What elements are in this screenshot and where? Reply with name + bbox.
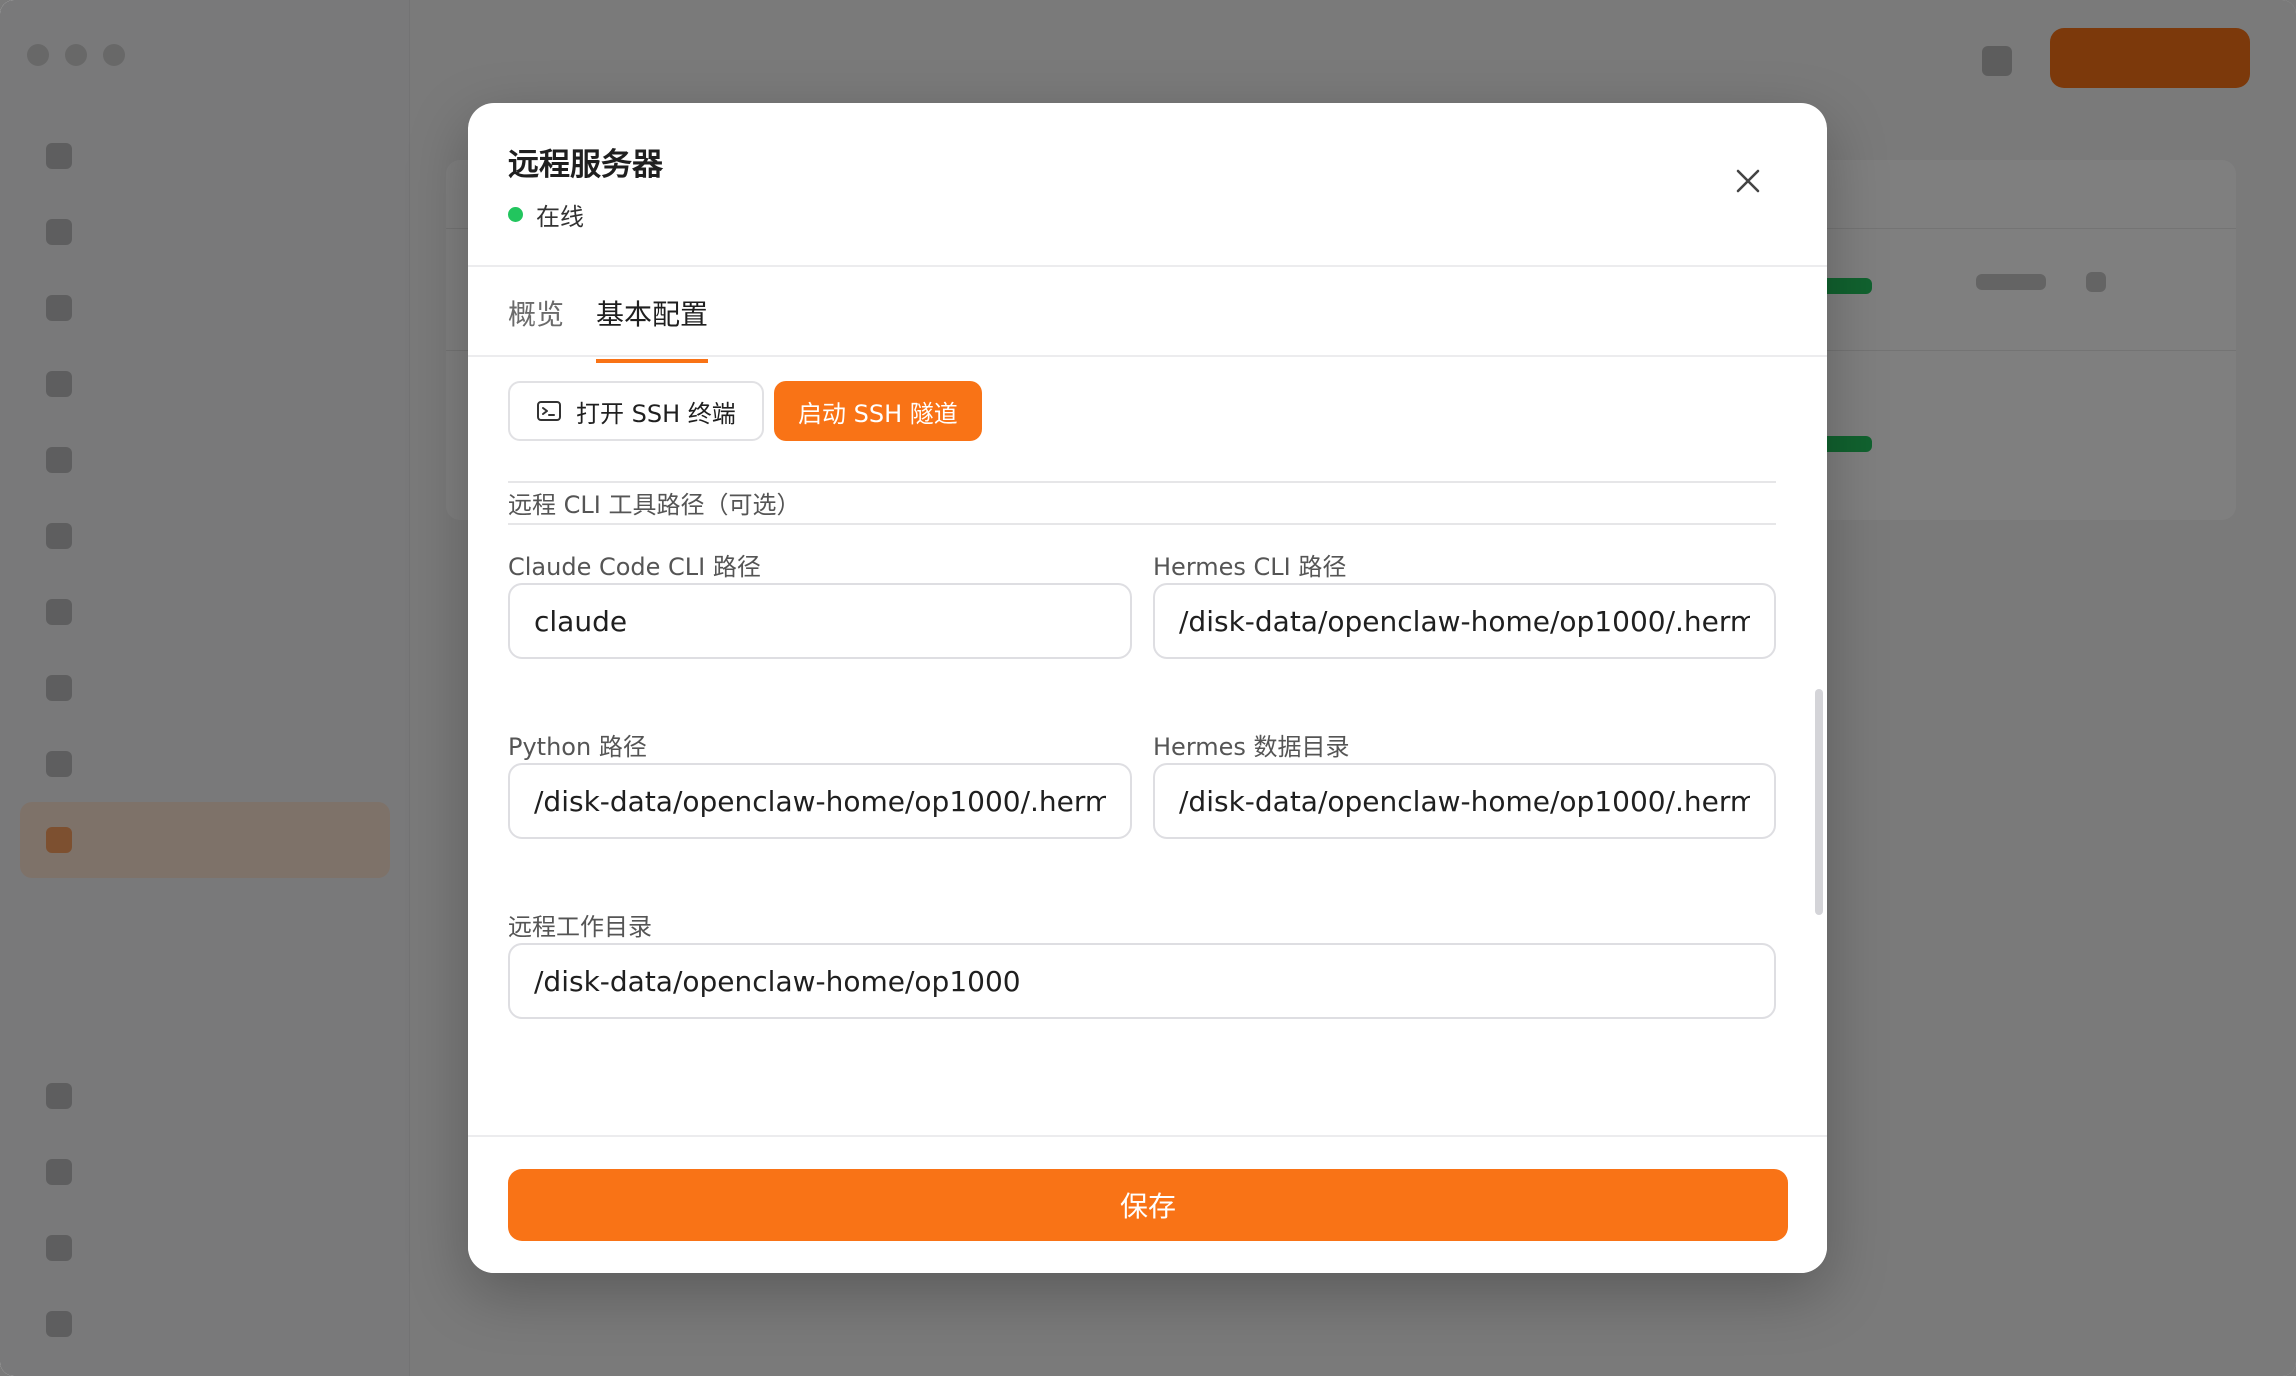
close-button[interactable] <box>1730 163 1766 199</box>
remote-workdir-input[interactable] <box>534 964 1750 998</box>
status-dot-icon <box>508 207 523 222</box>
modal-body: 打开 SSH 终端 启动 SSH 隧道 远程 CLI 工具路径（可选） Clau… <box>468 357 1827 1135</box>
open-ssh-terminal-button[interactable]: 打开 SSH 终端 <box>508 381 764 441</box>
close-icon <box>1736 169 1760 193</box>
modal-footer: 保存 <box>468 1135 1827 1273</box>
remote-workdir-field[interactable] <box>508 943 1776 1019</box>
modal-header: 远程服务器 在线 <box>468 103 1827 267</box>
section-divider <box>508 481 1776 483</box>
hermes-cli-field[interactable] <box>1153 583 1776 659</box>
claude-cli-input[interactable] <box>534 604 1106 638</box>
start-ssh-tunnel-button[interactable]: 启动 SSH 隧道 <box>774 381 982 441</box>
section-divider <box>508 523 1776 525</box>
hermes-data-input[interactable] <box>1179 784 1750 818</box>
status-indicator: 在线 <box>508 197 584 232</box>
open-ssh-terminal-label: 打开 SSH 终端 <box>576 399 736 428</box>
save-button[interactable]: 保存 <box>508 1169 1788 1241</box>
remote-server-modal: 远程服务器 在线 概览 基本配置 打开 SSH 终端 启动 SSH 隧道 远程 … <box>468 103 1827 1273</box>
status-text: 在线 <box>536 203 584 231</box>
claude-cli-label: Claude Code CLI 路径 <box>508 553 761 581</box>
hermes-data-label: Hermes 数据目录 <box>1153 733 1350 761</box>
modal-tabs: 概览 基本配置 <box>468 267 1827 363</box>
hermes-cli-input[interactable] <box>1179 604 1750 638</box>
python-path-field[interactable] <box>508 763 1132 839</box>
remote-workdir-label: 远程工作目录 <box>508 913 652 941</box>
claude-cli-field[interactable] <box>508 583 1132 659</box>
tab-basic-config[interactable]: 基本配置 <box>596 293 709 363</box>
modal-scrollbar[interactable] <box>1815 689 1823 915</box>
hermes-data-field[interactable] <box>1153 763 1776 839</box>
terminal-icon <box>537 401 561 421</box>
python-path-input[interactable] <box>534 784 1106 818</box>
section-title: 远程 CLI 工具路径（可选） <box>508 491 801 519</box>
hermes-cli-label: Hermes CLI 路径 <box>1153 553 1347 581</box>
tab-overview[interactable]: 概览 <box>508 293 564 359</box>
python-path-label: Python 路径 <box>508 733 647 761</box>
modal-title: 远程服务器 <box>508 147 663 183</box>
